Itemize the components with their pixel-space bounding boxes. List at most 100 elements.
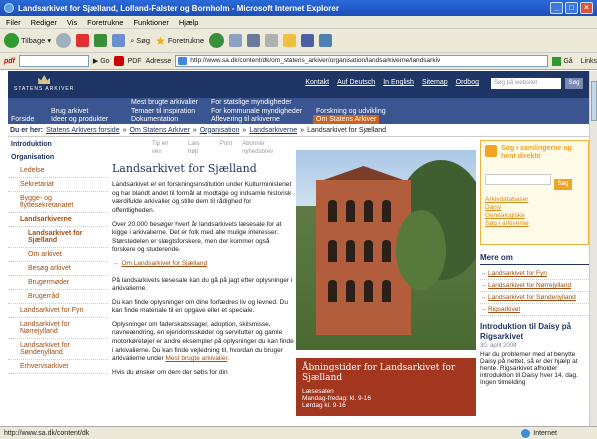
print-link[interactable]: Print — [220, 141, 232, 157]
box-link[interactable]: Genealogiske — [485, 212, 584, 220]
sidebar-item[interactable]: Besøg arkivet — [8, 262, 108, 276]
forward-button[interactable] — [56, 33, 72, 48]
tree-shape — [396, 210, 446, 290]
nav-aflevering[interactable]: Aflevering til arkiverne — [208, 115, 283, 124]
sidebar-item[interactable]: Landsarkivet for Sjælland — [8, 227, 108, 248]
breadcrumb-link[interactable]: Statens Arkivers forside — [46, 127, 120, 134]
scrollbar-thumb[interactable] — [591, 81, 597, 121]
more-about: Mere om Landsarkivet for Fyn Landsarkive… — [480, 253, 589, 316]
link-english[interactable]: In English — [383, 79, 414, 86]
link-ordbog[interactable]: Ordbog — [456, 79, 479, 86]
go-small-icon[interactable]: ▶ Go — [93, 57, 110, 65]
news-title[interactable]: Introduktion til Daisy på Rigsarkivet — [480, 322, 589, 341]
history-icon[interactable] — [209, 33, 225, 48]
web-page: STATENS ARKIVER Kontakt Auf Deutsch In E… — [8, 71, 589, 416]
more-about-link[interactable]: Landsarkivet for Fyn — [480, 268, 589, 280]
breadcrumb-link[interactable]: Om Statens Arkiver — [130, 127, 190, 134]
link-mest-brugte[interactable]: Mest brugte arkivalier — [165, 355, 227, 362]
site-search-input[interactable]: Søg på websitet — [491, 78, 561, 89]
collections-search-input[interactable] — [485, 173, 551, 185]
more-about-link[interactable]: Landsarkivet for Sønderjylland — [480, 292, 589, 304]
link-sitemap[interactable]: Sitemap — [422, 79, 448, 86]
breadcrumb-link[interactable]: Landsarkiverne — [249, 127, 297, 134]
sidebar-item[interactable]: Landsarkivet for Fyn — [8, 304, 108, 318]
go-button[interactable]: Gå — [552, 56, 576, 66]
crown-icon — [38, 75, 51, 84]
box-link[interactable]: Søg i arkiverne — [485, 220, 584, 228]
link-deutsch[interactable]: Auf Deutsch — [337, 79, 375, 86]
hours-title: Åbningstider for Landsarkivet for Sjælla… — [302, 363, 456, 384]
sidebar-item[interactable]: Sekretariat — [8, 178, 108, 192]
nav-mest-brugte[interactable]: Mest brugte arkivalier — [128, 98, 201, 107]
pdf-search-input[interactable] — [18, 55, 89, 67]
messenger-icon[interactable] — [301, 34, 315, 47]
tools-icon[interactable] — [319, 34, 333, 47]
opening-hours-box: Åbningstider for Landsarkivet for Sjælla… — [296, 358, 476, 416]
favorites-button[interactable]: ★ Foretrukne — [155, 34, 204, 48]
maximize-button[interactable]: □ — [565, 2, 578, 14]
search-icon: ⌕ — [130, 35, 135, 45]
nav-statslige[interactable]: For statslige myndigheder — [208, 98, 295, 107]
paragraph: På landsarkivets læsesale kan du gå på j… — [112, 276, 293, 293]
site-search-button[interactable]: Søg — [565, 78, 583, 89]
nav-forside[interactable]: Forside — [8, 115, 37, 124]
link-kontakt[interactable]: Kontakt — [305, 79, 329, 86]
nav-ideer[interactable]: Ideer og produkter — [48, 115, 111, 124]
stop-icon[interactable] — [76, 34, 90, 47]
back-button[interactable]: Tilbage ▾ — [4, 33, 51, 48]
collections-search-button[interactable]: Søg — [554, 178, 572, 190]
sidebar-item[interactable]: Introduktion — [8, 138, 108, 151]
links-label[interactable]: Links — [581, 58, 597, 65]
read-aloud-link[interactable]: Læs højt — [188, 141, 210, 157]
sidebar-item[interactable]: Brugerråd — [8, 290, 108, 304]
arrow-link[interactable]: Om Landsarkivet for Sjælland — [112, 260, 294, 269]
mail-icon[interactable] — [229, 34, 243, 47]
hours-subtitle: Læsesalen — [302, 387, 334, 395]
subscribe-link[interactable]: Abonnér nyhedsbrev — [242, 141, 294, 157]
link-om-landsarkivet[interactable]: Om Landsarkivet for Sjælland — [122, 260, 208, 269]
folder-icon[interactable] — [283, 34, 297, 47]
menu-view[interactable]: Vis — [67, 18, 77, 27]
close-button[interactable]: × — [580, 2, 593, 14]
more-about-link[interactable]: Rigsarkivet — [480, 304, 589, 316]
address-input[interactable]: http://www.sa.dk/content/dk/om_statens_a… — [175, 55, 549, 67]
edit-icon[interactable] — [265, 34, 279, 47]
menu-tools[interactable]: Funktioner — [133, 18, 168, 27]
menu-edit[interactable]: Rediger — [31, 18, 57, 27]
tip-a-friend-link[interactable]: Tip en ven — [152, 141, 178, 157]
statens-arkiver-logo[interactable]: STATENS ARKIVER — [14, 75, 74, 92]
breadcrumb-link[interactable]: Organisation — [200, 127, 240, 134]
home-icon[interactable] — [112, 34, 126, 47]
building-photo — [296, 150, 476, 350]
refresh-icon[interactable] — [94, 34, 108, 47]
sidebar-item[interactable]: Ledelse — [8, 164, 108, 178]
nav-dokumentation[interactable]: Dokumentation — [128, 115, 181, 124]
menu-favorites[interactable]: Foretrukne — [87, 18, 123, 27]
sidebar-item[interactable]: Brugermøder — [8, 276, 108, 290]
vertical-scrollbar[interactable] — [589, 71, 597, 426]
search-button[interactable]: ⌕ Søg — [130, 36, 150, 46]
sidebar-item[interactable]: Landsarkivet for Nørrejylland — [8, 318, 108, 339]
sidebar-item[interactable]: Om arkivet — [8, 248, 108, 262]
print-icon[interactable] — [247, 34, 261, 47]
pdf-label: PDF — [127, 57, 142, 65]
logo-text: STATENS ARKIVER — [14, 86, 75, 92]
pdf-icon[interactable] — [113, 56, 124, 66]
menu-file[interactable]: Filer — [6, 18, 21, 27]
sidebar-item[interactable]: Organisation — [8, 151, 108, 164]
sidebar-item[interactable]: Bygge- og flyttesekretariatet — [8, 192, 108, 213]
box-link[interactable]: Arkivdatabaser — [485, 196, 584, 204]
sidebar-item[interactable]: Landsarkivet for Sønderjylland — [8, 339, 108, 360]
more-about-link[interactable]: Landsarkivet for Nørrejylland — [480, 280, 589, 292]
menu-help[interactable]: Hjælp — [179, 18, 199, 27]
box-link[interactable]: Daisy — [485, 204, 584, 212]
hours-line: Lørdag kl. 9-16 — [302, 401, 346, 409]
address-label: Adresse — [145, 57, 172, 65]
sidebar-item[interactable]: Erhvervsarkivet — [8, 360, 108, 374]
minimize-button[interactable]: _ — [550, 2, 563, 14]
nav-om-statens-arkiver[interactable]: Om Statens Arkiver — [313, 115, 380, 124]
globe-icon — [521, 428, 531, 438]
news-date: 30. april 2008 — [480, 343, 517, 350]
sidebar-item[interactable]: Landsarkiverne — [8, 213, 108, 227]
breadcrumb-prefix: Du er her: — [10, 126, 44, 134]
